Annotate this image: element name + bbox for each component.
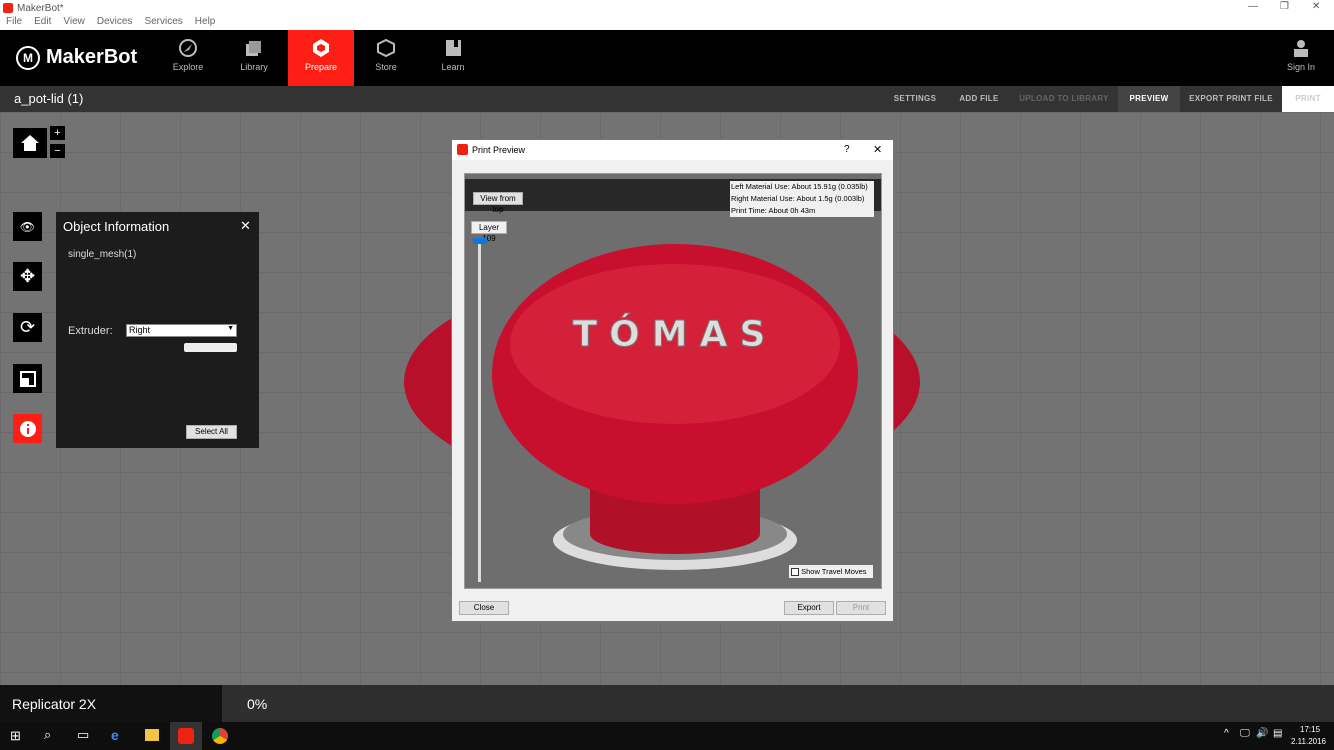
app-icon: [457, 144, 468, 155]
box-icon: [377, 38, 395, 58]
layer-label: Layer 109: [471, 221, 507, 243]
select-all-button[interactable]: Select All: [186, 425, 237, 439]
chrome-icon[interactable]: [212, 728, 228, 744]
menu-devices[interactable]: Devices: [97, 16, 133, 30]
user-icon: [1294, 40, 1308, 57]
left-material-use: Left Material Use: About 15.91g (0.035lb…: [731, 182, 868, 191]
layer-slider-track[interactable]: [478, 240, 481, 582]
menu-bar: File Edit View Devices Services Help: [0, 16, 1334, 30]
print-stats: Left Material Use: About 15.91g (0.035lb…: [730, 181, 874, 217]
extruder-select[interactable]: Right ▼: [126, 324, 237, 337]
edge-icon[interactable]: e: [111, 727, 119, 743]
move-icon: ✥: [19, 266, 36, 286]
prepare-icon: [313, 39, 329, 57]
toolbar: a_pot-lid (1) SETTINGS ADD FILE UPLOAD T…: [0, 86, 1334, 112]
mesh-name: single_mesh(1): [68, 249, 137, 260]
rotate-icon: ⟳: [19, 317, 36, 337]
print-time: Print Time: About 0h 43m: [731, 206, 816, 215]
home-view-button[interactable]: [13, 128, 47, 158]
view-from-top-button[interactable]: View from top: [473, 192, 523, 214]
logo-text: MakerBot: [46, 46, 138, 68]
menu-help[interactable]: Help: [195, 16, 216, 30]
file-explorer-icon[interactable]: [145, 729, 159, 741]
zoom-in-button[interactable]: +: [50, 126, 65, 140]
model-preview: TÓMAS: [492, 244, 858, 570]
help-button[interactable]: ?: [844, 144, 850, 155]
add-file-button[interactable]: ADD FILE: [952, 86, 1006, 112]
close-window-button[interactable]: ✕: [1312, 1, 1320, 12]
clock-time[interactable]: 17:15: [1300, 725, 1320, 734]
dialog-titlebar: Print Preview ? ✕: [452, 140, 893, 160]
rotate-button[interactable]: ⟳: [13, 313, 42, 342]
close-dialog-icon[interactable]: ✕: [873, 143, 882, 156]
nav-library[interactable]: Library: [221, 30, 287, 86]
nav-store[interactable]: Store: [353, 30, 419, 86]
menu-edit[interactable]: Edit: [34, 16, 51, 30]
window-title: MakerBot*: [17, 3, 64, 14]
close-button[interactable]: Close: [459, 601, 509, 615]
upload-library-button[interactable]: UPLOAD TO LIBRARY: [1016, 86, 1112, 112]
scale-icon: [19, 370, 36, 387]
blank-button[interactable]: [184, 343, 237, 352]
zoom-out-button[interactable]: −: [50, 144, 65, 158]
makerbot-logo-icon: M: [16, 46, 40, 70]
windows-taskbar: ⊞ ⌕ ▭ e ^ 🖵 🔊 ▤ 17:15 2.11.2016: [0, 722, 1334, 750]
nav-learn[interactable]: Learn: [420, 30, 486, 86]
dialog-print-button[interactable]: Print: [836, 601, 886, 615]
move-button[interactable]: ✥: [13, 262, 42, 291]
view-button[interactable]: 👁: [13, 212, 42, 241]
menu-services[interactable]: Services: [144, 16, 182, 30]
nav-prepare[interactable]: Prepare: [288, 30, 354, 86]
notifications-icon[interactable]: ▤: [1273, 728, 1282, 739]
task-view-icon[interactable]: ▭: [77, 727, 89, 743]
export-button[interactable]: Export: [784, 601, 834, 615]
network-icon[interactable]: 🖵: [1240, 728, 1250, 739]
eye-icon: 👁: [19, 219, 36, 234]
minimize-button[interactable]: —: [1248, 1, 1258, 12]
info-icon: [19, 420, 36, 437]
preview-button[interactable]: PREVIEW: [1118, 86, 1180, 112]
status-bar: Replicator 2X 0%: [0, 685, 1334, 722]
search-icon[interactable]: ⌕: [44, 727, 51, 743]
makerbot-taskbar-button[interactable]: [170, 722, 202, 750]
preview-canvas[interactable]: View from top Left Material Use: About 1…: [464, 173, 882, 589]
tray-chevron-icon[interactable]: ^: [1224, 728, 1229, 739]
panel-title: Object Information: [63, 219, 170, 234]
clock-date[interactable]: 2.11.2016: [1291, 737, 1326, 746]
export-print-file-button[interactable]: EXPORT PRINT FILE: [1184, 86, 1278, 112]
dialog-title: Print Preview: [472, 145, 526, 155]
menu-view[interactable]: View: [63, 16, 85, 30]
makerbot-icon: [178, 728, 194, 744]
library-icon: [246, 41, 261, 56]
show-travel-moves[interactable]: Show Travel Moves: [789, 565, 873, 578]
file-title: a_pot-lid (1): [14, 91, 84, 106]
home-icon: [21, 135, 39, 151]
scale-button[interactable]: [13, 364, 42, 393]
app-icon: [3, 3, 13, 13]
printer-name[interactable]: Replicator 2X: [12, 696, 96, 712]
extruder-label: Extruder:: [68, 325, 113, 337]
top-nav: M MakerBot Explore Library Prepare Store…: [0, 30, 1334, 86]
book-icon: [446, 40, 461, 56]
checkbox[interactable]: [791, 568, 799, 577]
object-info-button[interactable]: [13, 414, 42, 443]
right-material-use: Right Material Use: About 1.5g (0.003lb): [731, 194, 865, 203]
nav-explore[interactable]: Explore: [155, 30, 221, 86]
model-text: TÓMAS: [573, 313, 778, 355]
windows-start-icon[interactable]: ⊞: [10, 728, 21, 744]
close-icon[interactable]: ✕: [240, 218, 251, 234]
sign-in-button[interactable]: Sign In: [1268, 30, 1334, 86]
object-information-panel: Object Information ✕ single_mesh(1) Extr…: [56, 212, 259, 448]
settings-button[interactable]: SETTINGS: [888, 86, 942, 112]
progress-text: 0%: [247, 696, 268, 712]
restore-button[interactable]: ❐: [1280, 1, 1289, 12]
volume-icon[interactable]: 🔊: [1256, 728, 1268, 739]
print-button[interactable]: PRINT: [1282, 86, 1334, 112]
title-bar: MakerBot* — ❐ ✕: [0, 0, 1334, 16]
compass-icon: [179, 39, 197, 57]
chevron-down-icon: ▼: [227, 325, 234, 332]
menu-file[interactable]: File: [6, 16, 22, 30]
print-preview-dialog: Print Preview ? ✕ View from top Left Mat…: [451, 139, 894, 622]
